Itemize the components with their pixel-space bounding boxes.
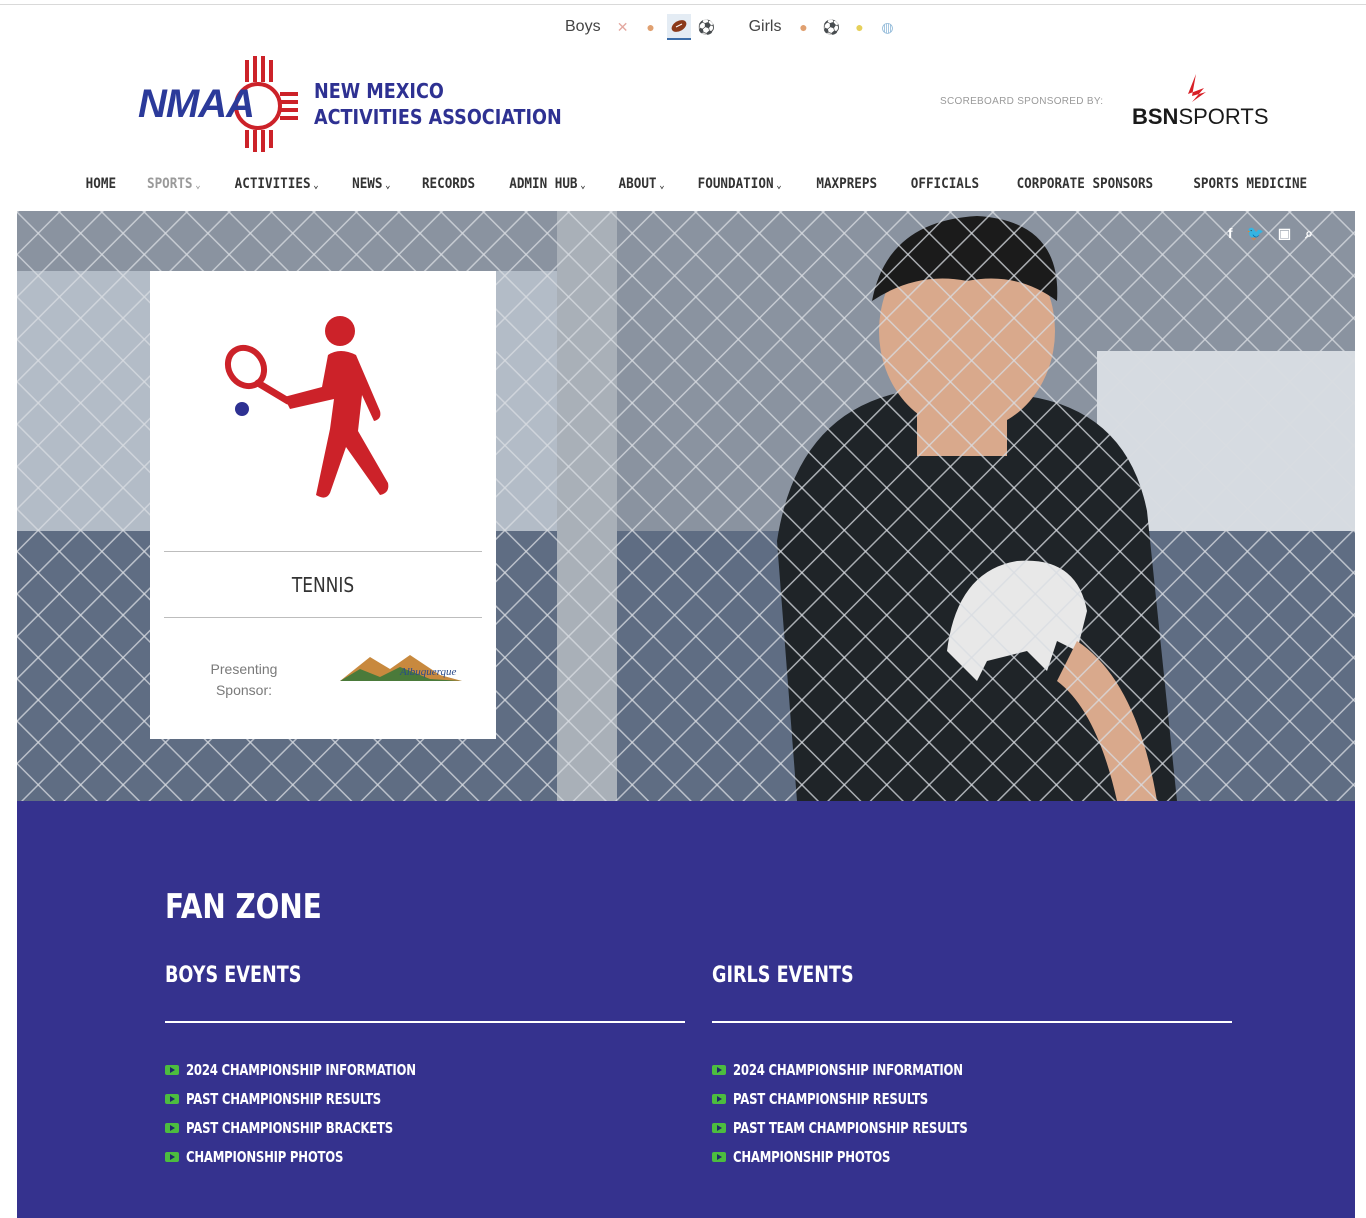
boys-link-past-brackets[interactable]: PAST CHAMPIONSHIP BRACKETS xyxy=(165,1113,685,1142)
site-logo[interactable]: NMAA NEW MEXICO ACTIVITIES ASSOCIATION xyxy=(138,54,562,152)
girls-link-championship-info[interactable]: 2024 CHAMPIONSHIP INFORMATION xyxy=(712,1055,1232,1084)
play-icon xyxy=(712,1151,726,1162)
volleyball-icon[interactable]: ◍ xyxy=(875,14,899,40)
softball-icon[interactable]: ● xyxy=(847,14,871,40)
boys-events-divider xyxy=(165,1021,685,1023)
boys-events-list: 2024 CHAMPIONSHIP INFORMATION PAST CHAMP… xyxy=(165,1055,685,1171)
play-icon xyxy=(712,1093,726,1104)
scoreboard-strip: Boys ✕ ● ⚽ Girls ● ⚽ ● ◍ xyxy=(565,12,899,42)
org-name-line2: ACTIVITIES ASSOCIATION xyxy=(314,105,562,129)
card-divider-top xyxy=(164,551,482,552)
chevron-down-icon: ⌄ xyxy=(313,180,319,191)
boys-sport-icons: ✕ ● ⚽ xyxy=(611,14,719,40)
nav-about[interactable]: ABOUT ⌄ xyxy=(618,176,664,192)
girls-events: GIRLS EVENTS 2024 CHAMPIONSHIP INFORMATI… xyxy=(712,963,1232,1171)
girls-events-list: 2024 CHAMPIONSHIP INFORMATION PAST CHAMP… xyxy=(712,1055,1232,1171)
basketball-icon[interactable]: ● xyxy=(639,14,663,40)
girls-label: Girls xyxy=(748,18,782,35)
boys-label: Boys xyxy=(565,18,601,35)
nav-records[interactable]: RECORDS xyxy=(422,176,475,192)
nav-news[interactable]: NEWS ⌄ xyxy=(352,176,390,192)
chevron-down-icon: ⌄ xyxy=(385,180,391,191)
play-icon xyxy=(165,1122,179,1133)
nav-maxpreps[interactable]: MAXPREPS xyxy=(817,176,878,192)
boys-events-title: BOYS EVENTS xyxy=(165,963,302,988)
soccer-ball-icon[interactable]: ⚽ xyxy=(819,14,843,40)
basketball-icon[interactable]: ● xyxy=(791,14,815,40)
bsn-bold: BSN xyxy=(1132,104,1179,129)
youtube-icon[interactable]: ▣ xyxy=(1278,225,1291,242)
nav-activities[interactable]: ACTIVITIES ⌄ xyxy=(235,176,319,192)
scoreboard-sponsor-note: SCOREBOARD SPONSORED BY: xyxy=(940,96,1104,107)
search-icon[interactable]: ⌕ xyxy=(1305,225,1313,242)
play-icon xyxy=(712,1122,726,1133)
facebook-icon[interactable]: f xyxy=(1228,225,1233,242)
fan-zone: FAN ZONE BOYS EVENTS 2024 CHAMPIONSHIP I… xyxy=(17,801,1355,1218)
play-icon xyxy=(712,1064,726,1075)
sponsor-logo-text: Albuquerque xyxy=(399,666,457,678)
nav-admin-hub[interactable]: ADMIN HUB ⌄ xyxy=(509,176,585,192)
nav-sports-medicine[interactable]: SPORTS MEDICINE xyxy=(1194,176,1308,192)
boys-link-championship-info[interactable]: 2024 CHAMPIONSHIP INFORMATION xyxy=(165,1055,685,1084)
nav-home[interactable]: HOME xyxy=(86,176,116,192)
presenting-sponsor-logo[interactable]: Albuquerque xyxy=(340,651,462,691)
org-name: NEW MEXICO ACTIVITIES ASSOCIATION xyxy=(314,78,562,130)
girls-link-past-team-results[interactable]: PAST TEAM CHAMPIONSHIP RESULTS xyxy=(712,1113,1232,1142)
twitter-icon[interactable]: 🐦 xyxy=(1246,225,1263,242)
nav-sports[interactable]: SPORTS ⌄ xyxy=(147,176,201,192)
girls-sport-icons: ● ⚽ ● ◍ xyxy=(791,14,899,40)
bsn-sports-logo[interactable]: BSNSPORTS xyxy=(1132,74,1269,130)
fan-zone-title: FAN ZONE xyxy=(165,887,322,927)
girls-events-title: GIRLS EVENTS xyxy=(712,963,854,988)
football-icon[interactable] xyxy=(666,14,691,40)
boys-events: BOYS EVENTS 2024 CHAMPIONSHIP INFORMATIO… xyxy=(165,963,685,1171)
play-icon xyxy=(165,1064,179,1075)
nav-corporate-sponsors[interactable]: CORPORATE SPONSORS xyxy=(1017,176,1154,192)
presenting-sponsor-label: Presenting Sponsor: xyxy=(210,661,278,698)
boys-link-photos[interactable]: CHAMPIONSHIP PHOTOS xyxy=(165,1142,685,1171)
nav-foundation[interactable]: FOUNDATION ⌄ xyxy=(698,176,782,192)
chevron-down-icon: ⌄ xyxy=(659,180,665,191)
girls-link-photos[interactable]: CHAMPIONSHIP PHOTOS xyxy=(712,1142,1232,1171)
bsn-rest: SPORTS xyxy=(1178,104,1269,129)
logo-wordmark: NMAA xyxy=(138,82,255,126)
top-border xyxy=(0,4,1366,5)
bsn-swoosh-icon xyxy=(1188,74,1206,102)
play-icon xyxy=(165,1093,179,1104)
soccer-ball-icon[interactable]: ⚽ xyxy=(695,14,719,40)
chevron-down-icon: ⌄ xyxy=(195,180,201,191)
social-links: f 🐦 ▣ ⌕ xyxy=(1228,225,1313,242)
hero-banner: f 🐦 ▣ ⌕ TENNIS Presenting Sponsor: Albuq… xyxy=(17,211,1355,801)
main-nav: HOME SPORTS ⌄ ACTIVITIES ⌄ NEWS ⌄ RECORDS A… xyxy=(84,172,1314,196)
sport-card: TENNIS Presenting Sponsor: Albuquerque xyxy=(150,271,496,739)
girls-events-divider xyxy=(712,1021,1232,1023)
boys-link-past-results[interactable]: PAST CHAMPIONSHIP RESULTS xyxy=(165,1084,685,1113)
tennis-player-icon xyxy=(224,316,389,498)
play-icon xyxy=(165,1151,179,1162)
card-divider-bottom xyxy=(164,617,482,618)
girls-link-past-results[interactable]: PAST CHAMPIONSHIP RESULTS xyxy=(712,1084,1232,1113)
org-name-line1: NEW MEXICO xyxy=(314,79,444,103)
nav-officials[interactable]: OFFICIALS xyxy=(911,176,979,192)
crossed-sticks-icon[interactable]: ✕ xyxy=(611,14,635,40)
sport-name: TENNIS xyxy=(291,573,355,597)
chevron-down-icon: ⌄ xyxy=(579,180,586,191)
chevron-down-icon: ⌄ xyxy=(776,180,783,191)
bsn-wordmark: BSNSPORTS xyxy=(1132,104,1269,130)
